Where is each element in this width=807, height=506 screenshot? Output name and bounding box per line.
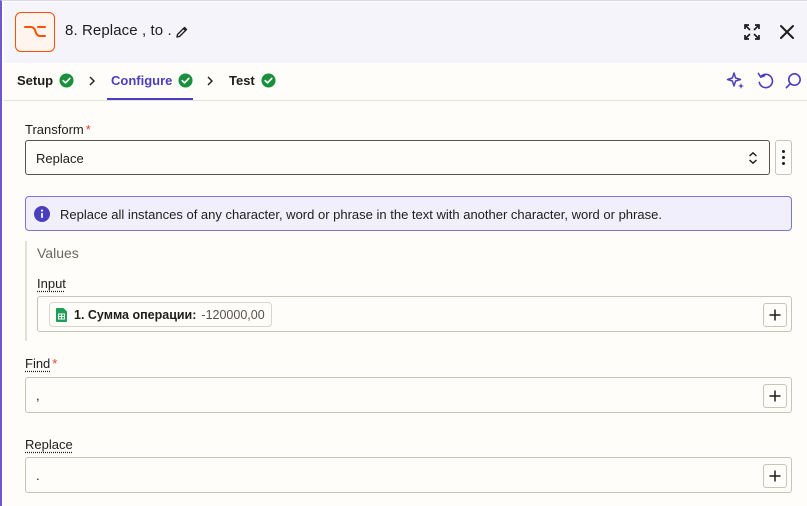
tab-setup-label: Setup xyxy=(17,73,54,88)
insert-data-button[interactable] xyxy=(763,303,787,327)
check-circle-icon xyxy=(178,73,193,88)
chevron-right-icon xyxy=(207,76,213,86)
step-editor-panel: 8. Replace , to . Setup Configure Test T… xyxy=(0,0,807,506)
replace-label: Replace xyxy=(25,437,73,452)
chevron-right-icon xyxy=(89,76,95,86)
values-group-bar xyxy=(25,241,27,341)
pill-label: 1. Сумма операции: xyxy=(74,307,197,322)
mapped-field-pill[interactable]: 1. Сумма операции: -120000,00 xyxy=(49,302,272,327)
tab-test[interactable]: Test xyxy=(229,73,276,88)
check-circle-icon xyxy=(59,73,74,88)
undo-icon[interactable] xyxy=(756,71,775,90)
close-icon[interactable] xyxy=(778,23,796,41)
info-text: Replace all instances of any character, … xyxy=(60,207,662,222)
required-marker: * xyxy=(52,356,58,371)
tab-configure-label: Configure xyxy=(111,73,173,88)
find-value: , xyxy=(36,388,40,403)
input-field[interactable]: 1. Сумма операции: -120000,00 xyxy=(37,296,792,332)
plus-icon xyxy=(769,470,781,482)
step-tabs: Setup Configure Test xyxy=(4,63,807,101)
replace-field[interactable]: . xyxy=(25,457,792,493)
replace-value: . xyxy=(36,468,40,483)
transform-select-value: Replace xyxy=(36,151,84,166)
values-title: Values xyxy=(37,245,79,261)
pill-value: -120000,00 xyxy=(201,307,265,322)
active-tab-indicator xyxy=(107,98,193,100)
find-field[interactable]: , xyxy=(25,377,792,413)
formatter-icon xyxy=(15,12,55,52)
google-sheets-icon xyxy=(56,307,67,322)
insert-data-button[interactable] xyxy=(763,384,787,408)
chevron-up-down-icon xyxy=(749,151,757,165)
plus-icon xyxy=(769,309,781,321)
step-header: 8. Replace , to . xyxy=(4,2,807,63)
step-title: 8. Replace , to . xyxy=(65,22,172,39)
pencil-icon[interactable] xyxy=(174,24,190,40)
check-circle-icon xyxy=(261,73,276,88)
sparkle-icon[interactable] xyxy=(726,71,746,91)
expand-icon[interactable] xyxy=(742,22,762,42)
plus-icon xyxy=(769,390,781,402)
transform-select[interactable]: Replace xyxy=(25,140,770,175)
tab-setup[interactable]: Setup xyxy=(17,73,74,88)
transform-label: Transform * xyxy=(25,122,91,137)
input-label: Input xyxy=(37,276,66,291)
tab-test-label: Test xyxy=(229,73,255,88)
find-label: Find * xyxy=(25,356,58,371)
tab-configure[interactable]: Configure xyxy=(111,73,193,88)
insert-data-button[interactable] xyxy=(763,464,787,488)
more-options-button[interactable] xyxy=(775,140,792,175)
search-icon[interactable] xyxy=(784,71,803,90)
required-marker: * xyxy=(85,122,91,137)
info-banner: Replace all instances of any character, … xyxy=(25,196,792,231)
info-icon xyxy=(34,206,50,222)
